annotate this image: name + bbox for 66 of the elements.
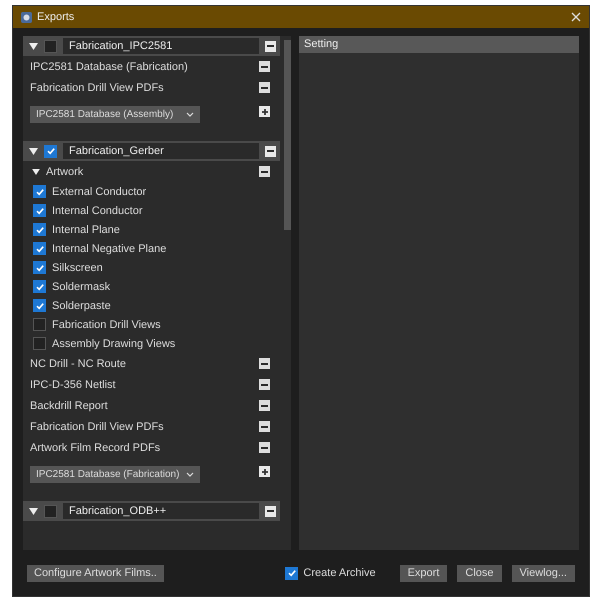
output-label: IPC-D-356 Netlist [30, 378, 117, 390]
settings-header: Setting [299, 36, 579, 53]
configure-artwork-films-button[interactable]: Configure Artwork Films.. [27, 564, 164, 582]
remove-button[interactable] [265, 40, 276, 52]
output-label: IPC2581 Database (Fabrication) [30, 60, 189, 72]
checkbox[interactable] [33, 261, 46, 274]
remove-button[interactable] [259, 358, 270, 369]
remove-button[interactable] [259, 421, 270, 432]
checkbox[interactable] [44, 504, 57, 518]
checkbox[interactable] [33, 318, 46, 331]
create-archive-label: Create Archive [303, 567, 376, 579]
checkbox[interactable] [33, 242, 46, 255]
section-label: Artwork [46, 166, 84, 178]
remove-button[interactable] [259, 442, 270, 453]
layer-label: Internal Negative Plane [52, 242, 166, 254]
chevron-down-icon [186, 112, 194, 117]
check-icon [46, 146, 56, 156]
output-dropdown[interactable]: IPC2581 Database (Assembly) [30, 106, 200, 123]
output-label: Backdrill Report [30, 400, 109, 412]
check-icon [286, 568, 297, 578]
scrollbar-thumb[interactable] [284, 40, 291, 230]
expand-arrow-icon[interactable] [29, 508, 38, 514]
layer-label: Fabrication Drill Views [52, 318, 161, 330]
layer-label: Soldermask [52, 280, 110, 292]
expand-arrow-icon[interactable] [29, 148, 38, 154]
checkbox[interactable] [33, 280, 46, 293]
add-button[interactable] [259, 106, 270, 117]
layer-label: Silkscreen [52, 262, 103, 274]
add-button[interactable] [259, 466, 270, 477]
checkbox[interactable] [33, 223, 46, 236]
app-icon [21, 12, 32, 22]
dialog-button[interactable]: Close [457, 564, 502, 582]
output-label: Fabrication Drill View PDFs [30, 82, 165, 94]
close-icon[interactable] [571, 12, 581, 22]
layer-label: Assembly Drawing Views [52, 338, 176, 350]
layer-label: Solderpaste [52, 300, 111, 312]
checkbox[interactable] [33, 299, 46, 312]
expand-arrow-icon[interactable] [32, 168, 40, 174]
remove-button[interactable] [259, 82, 270, 93]
output-dropdown[interactable]: IPC2581 Database (Fabrication) [30, 466, 200, 483]
window-title: Exports [37, 11, 74, 23]
group-name-field[interactable]: Fabrication_ODB++ [63, 503, 259, 519]
group-name-field[interactable]: Fabrication_Gerber [63, 143, 259, 159]
output-label: Artwork Film Record PDFs [30, 442, 162, 454]
expand-arrow-icon[interactable] [29, 42, 38, 50]
remove-button[interactable] [259, 61, 270, 72]
output-label: Fabrication Drill View PDFs [30, 420, 165, 432]
layer-label: Internal Plane [52, 224, 120, 236]
layer-label: Internal Conductor [52, 204, 142, 216]
checkbox[interactable] [44, 144, 57, 158]
checkbox[interactable] [285, 566, 298, 580]
group-name-field[interactable]: Fabrication_IPC2581 [63, 38, 259, 54]
layer-label: External Conductor [52, 186, 146, 198]
remove-button[interactable] [259, 400, 270, 411]
checkbox[interactable] [33, 204, 46, 217]
dialog-button[interactable]: Export [400, 564, 448, 582]
remove-button[interactable] [265, 506, 276, 516]
output-label: NC Drill - NC Route [30, 358, 127, 370]
remove-button[interactable] [259, 379, 270, 390]
dialog-button[interactable]: Viewlog... [512, 564, 575, 582]
remove-button[interactable] [265, 146, 276, 156]
checkbox[interactable] [33, 337, 46, 350]
checkbox[interactable] [33, 185, 46, 198]
checkbox[interactable] [44, 40, 57, 52]
chevron-down-icon [186, 472, 194, 477]
remove-button[interactable] [259, 166, 270, 177]
